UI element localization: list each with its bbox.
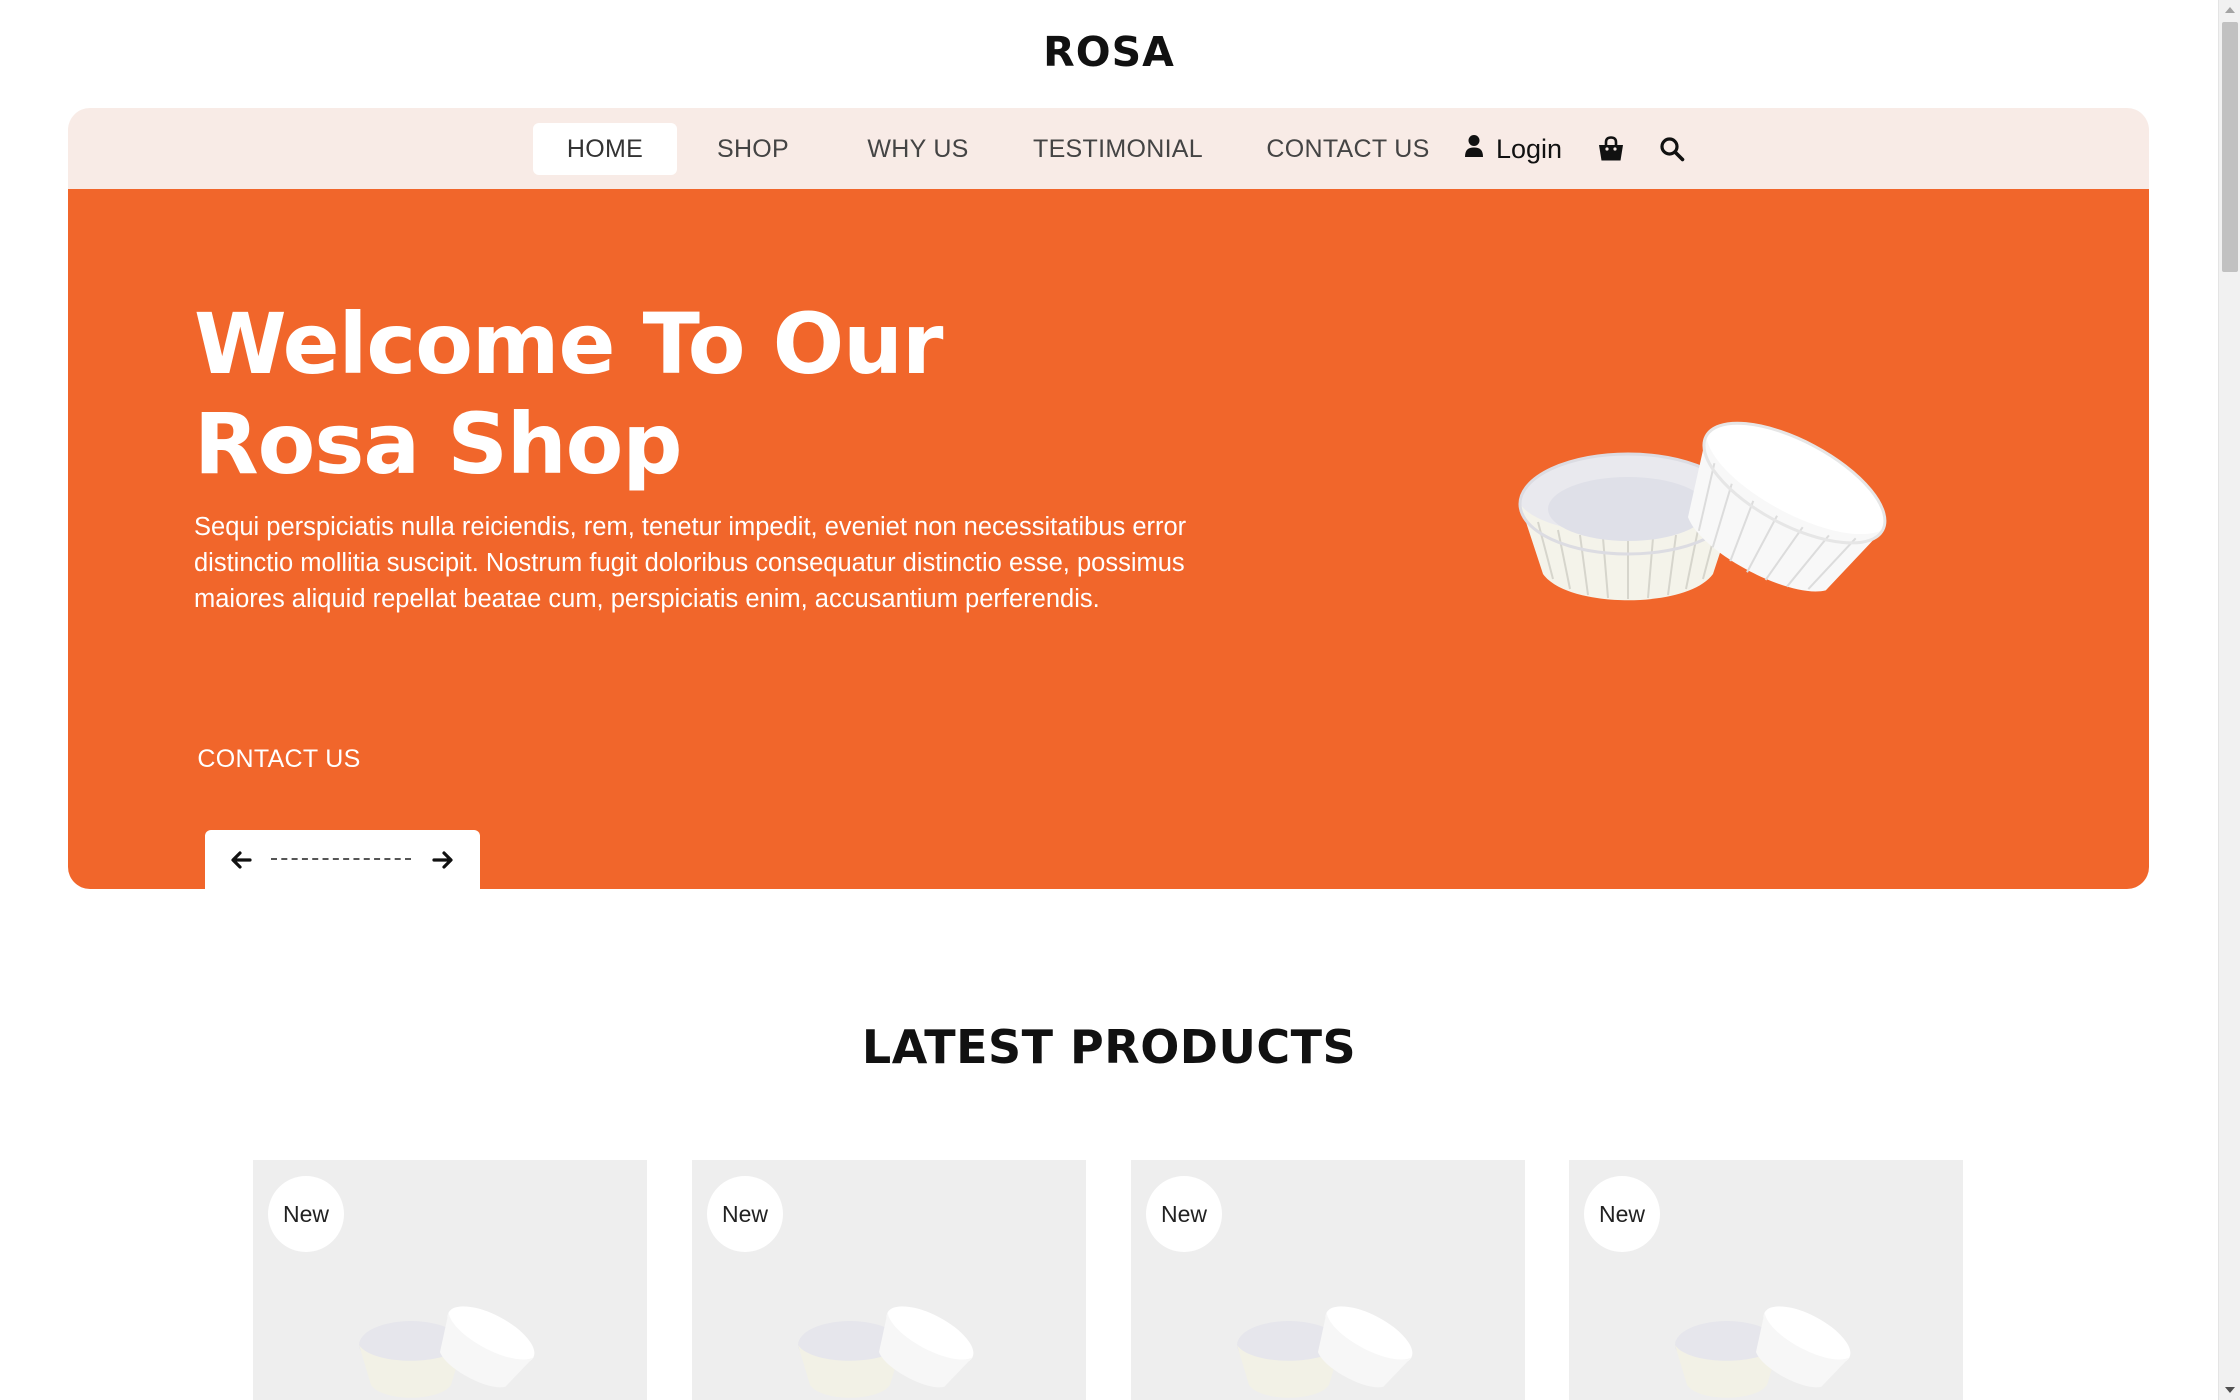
scrollbar-thumb[interactable] (2222, 22, 2238, 272)
product-card[interactable]: New (1569, 1160, 1963, 1400)
nav-item-shop[interactable]: SHOP (693, 123, 813, 175)
product-card[interactable]: New (253, 1160, 647, 1400)
nav-item-home[interactable]: HOME (533, 123, 677, 175)
product-card[interactable]: New (692, 1160, 1086, 1400)
cupcake-liners-image (1508, 414, 1928, 634)
login-link[interactable]: Login (1464, 123, 1562, 175)
scroll-up-arrow-icon[interactable] (2219, 0, 2240, 20)
search-icon[interactable] (1655, 132, 1689, 166)
arrow-left-icon[interactable] (228, 848, 254, 872)
main-nav: HOME SHOP WHY US TESTIMONIAL CONTACT US … (68, 108, 2149, 189)
hero-title: Welcome To Our Rosa Shop (194, 294, 1094, 494)
hero-title-line-1: Welcome To Our (194, 295, 943, 393)
brand-logo[interactable]: ROSA (0, 28, 2218, 76)
scroll-down-arrow-icon[interactable] (2219, 1380, 2240, 1400)
new-badge: New (1584, 1176, 1660, 1252)
hero-description: Sequi perspiciatis nulla reiciendis, rem… (194, 513, 1187, 613)
cupcake-liners-image (792, 1300, 992, 1400)
cupcake-liners-image (353, 1300, 553, 1400)
new-badge: New (707, 1176, 783, 1252)
arrow-right-icon[interactable] (430, 848, 456, 872)
nav-item-testimonial[interactable]: TESTIMONIAL (1013, 123, 1223, 175)
nav-item-contact-us[interactable]: CONTACT US (1238, 123, 1458, 175)
product-card[interactable]: New (1131, 1160, 1525, 1400)
new-badge: New (268, 1176, 344, 1252)
cupcake-liners-image (1231, 1300, 1431, 1400)
shopping-bag-icon[interactable] (1594, 132, 1628, 166)
slider-indicator (271, 858, 411, 862)
page-scrollbar[interactable] (2218, 0, 2240, 1400)
nav-item-why-us[interactable]: WHY US (838, 123, 998, 175)
hero-title-line-2: Rosa Shop (194, 395, 682, 493)
latest-products-heading: LATEST PRODUCTS (861, 1020, 1357, 1074)
page-viewport: ROSA HOME SHOP WHY US TESTIMONIAL CONTAC… (0, 0, 2218, 1400)
new-badge: New (1146, 1176, 1222, 1252)
hero-banner: Welcome To Our Rosa Shop Sequi perspicia… (68, 189, 2149, 889)
cupcake-liners-image (1669, 1300, 1869, 1400)
contact-us-button[interactable]: CONTACT US (194, 729, 364, 789)
user-icon (1464, 123, 1484, 175)
login-label: Login (1496, 134, 1563, 164)
slider-controls (205, 830, 480, 889)
